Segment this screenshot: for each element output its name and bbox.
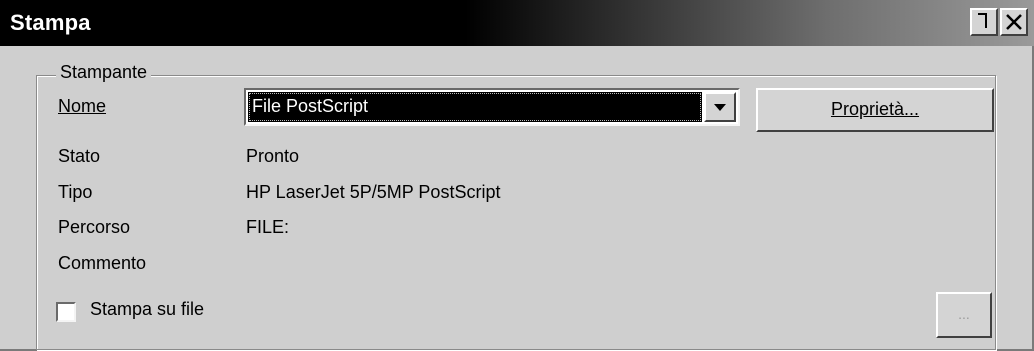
browse-button-label: ... bbox=[958, 306, 970, 322]
dropdown-button[interactable] bbox=[704, 92, 736, 122]
help-button[interactable] bbox=[970, 8, 998, 36]
print-to-file-checkbox[interactable] bbox=[56, 302, 76, 322]
printer-name-select[interactable]: File PostScript bbox=[244, 88, 740, 126]
print-to-file-label[interactable]: Stampa su file bbox=[90, 299, 204, 320]
title-bar[interactable]: Stampa bbox=[0, 0, 1034, 46]
path-label: Percorso bbox=[58, 217, 131, 237]
status-label: Stato bbox=[58, 146, 101, 166]
printer-group-legend: Stampante bbox=[56, 62, 152, 83]
properties-button-label: Proprietà... bbox=[830, 99, 920, 119]
chevron-down-icon bbox=[714, 104, 726, 111]
browse-button[interactable]: ... bbox=[936, 292, 992, 338]
status-value: Pronto bbox=[246, 146, 300, 166]
close-icon bbox=[1006, 14, 1022, 30]
help-icon bbox=[978, 13, 987, 28]
comment-label: Commento bbox=[58, 253, 147, 273]
close-button[interactable] bbox=[1000, 8, 1028, 36]
type-value: HP LaserJet 5P/5MP PostScript bbox=[246, 182, 501, 202]
path-value: FILE: bbox=[246, 217, 290, 237]
printer-name-value: File PostScript bbox=[248, 92, 702, 122]
name-label: Nome bbox=[58, 96, 107, 116]
type-label: Tipo bbox=[58, 182, 93, 202]
print-dialog: Stampa Stampante Nome File PostScript Pr… bbox=[0, 0, 1034, 351]
window-title: Stampa bbox=[10, 10, 91, 35]
properties-button[interactable]: Proprietà... bbox=[756, 88, 994, 132]
